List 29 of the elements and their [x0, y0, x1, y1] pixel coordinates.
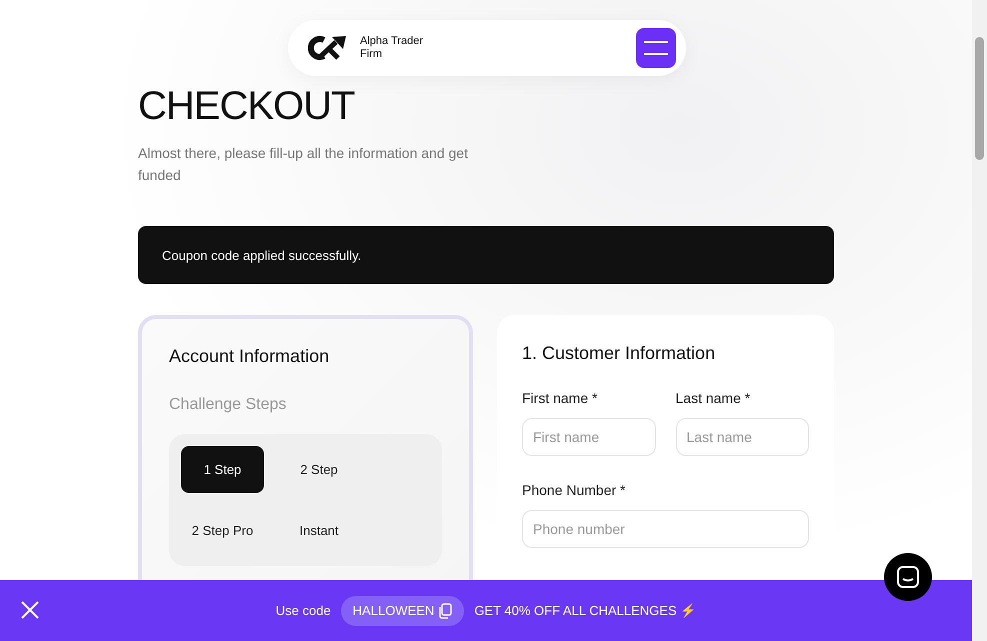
coupon-code-button[interactable]: HALLOWEEN: [340, 596, 464, 626]
input-field[interactable]: Last name: [676, 418, 809, 456]
promo-offer: GET 40% OFF ALL CHALLENGES ⚡: [474, 603, 696, 618]
logo-icon: [308, 34, 348, 62]
promo-text: Use code: [276, 603, 331, 618]
input-field[interactable]: Phone number: [522, 510, 809, 548]
step-option[interactable]: Instant: [264, 507, 374, 554]
step-option[interactable]: 2 Step: [264, 446, 374, 493]
page-subtitle: Almost there, please fill-up all the information and get funded: [138, 144, 469, 185]
coupon-notice: Coupon code applied successfully.: [138, 226, 834, 284]
copy-icon: [438, 602, 452, 618]
section-label: Challenge Steps: [169, 396, 288, 414]
menu-button[interactable]: [636, 28, 676, 68]
close-button[interactable]: [20, 600, 40, 620]
step-option[interactable]: 2 Step Pro: [181, 507, 264, 554]
field-label: First name *: [522, 390, 598, 406]
card-title: 1. Customer Information: [522, 343, 716, 364]
menu-icon: [644, 40, 668, 56]
scrollbar-thumb[interactable]: [975, 37, 984, 160]
field-label: Last name *: [676, 390, 752, 406]
scrollbar[interactable]: [972, 0, 987, 641]
input-field[interactable]: First name: [522, 418, 656, 456]
card-title: Account Information: [169, 346, 330, 367]
close-icon: [20, 600, 40, 620]
chat-icon: [896, 565, 920, 589]
page-title: CHECKOUT: [138, 83, 356, 130]
brand-name: Alpha Trader Firm: [360, 35, 424, 61]
field-label: Phone Number *: [522, 482, 627, 498]
step-option[interactable]: 1 Step: [181, 446, 264, 493]
